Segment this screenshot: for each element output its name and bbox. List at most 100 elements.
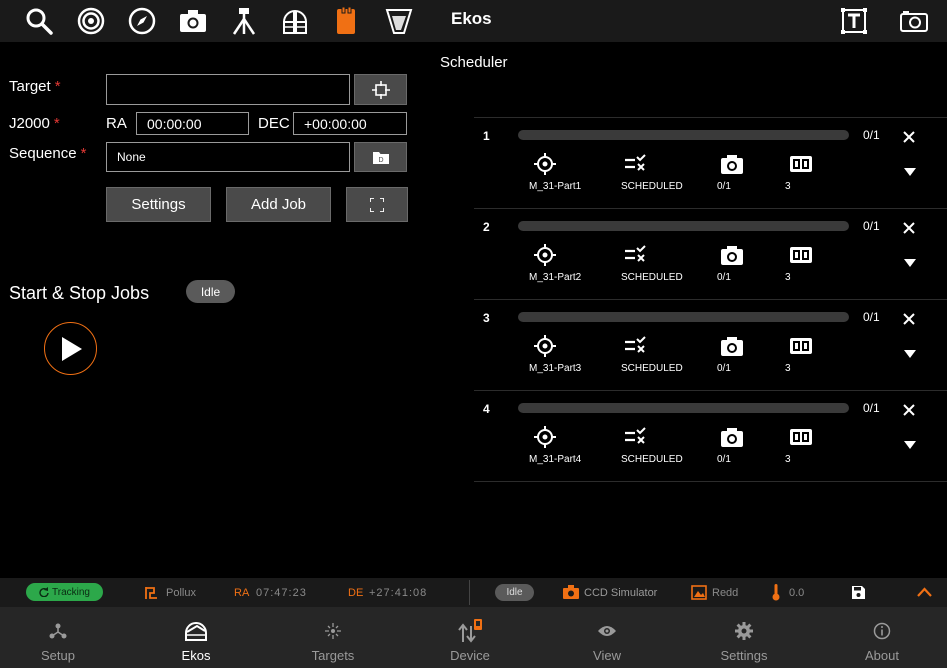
job-number: 1 xyxy=(483,129,490,143)
job-captures: 0/1 xyxy=(717,454,731,465)
observatory-dome-icon[interactable] xyxy=(278,4,312,38)
job-progress-text: 0/1 xyxy=(863,310,880,324)
start-stop-title: Start & Stop Jobs xyxy=(9,283,150,303)
job-state: SCHEDULED xyxy=(621,181,683,192)
remove-job-icon[interactable] xyxy=(900,219,918,237)
job-row[interactable]: 4 0/1 M_31-Part4 SCHEDULED 0/1 3 xyxy=(474,390,947,481)
job-list-divider xyxy=(474,481,947,482)
crosshair-target-icon xyxy=(534,426,556,448)
crosshair-icon xyxy=(325,623,341,639)
network-nodes-icon xyxy=(49,623,67,639)
mount-target-icon xyxy=(145,587,157,599)
job-progress-text: 0/1 xyxy=(863,401,880,415)
job-progress-text: 0/1 xyxy=(863,128,880,142)
nav-about[interactable]: About xyxy=(852,607,912,668)
crosshair-target-icon xyxy=(534,335,556,357)
counter-icon xyxy=(790,247,812,263)
nav-ekos[interactable]: Ekos xyxy=(166,607,226,668)
job-state: SCHEDULED xyxy=(621,363,683,374)
target-rings-icon[interactable] xyxy=(74,4,108,38)
nav-view-label: View xyxy=(593,648,621,663)
sequence-input[interactable]: None xyxy=(106,142,350,172)
tracking-badge[interactable]: Tracking xyxy=(26,583,103,601)
settings-button[interactable]: Settings xyxy=(106,187,211,222)
add-job-button[interactable]: Add Job xyxy=(226,187,331,222)
camera-name: CCD Simulator xyxy=(584,587,658,599)
scheduler-status-badge: Idle xyxy=(186,280,235,303)
nav-setup[interactable]: Setup xyxy=(28,607,88,668)
job-count: 3 xyxy=(785,363,791,374)
camera-frame-icon[interactable] xyxy=(897,4,931,38)
job-progress-bar xyxy=(518,312,849,322)
sequence-browse-button[interactable]: D xyxy=(354,142,407,172)
compass-icon[interactable] xyxy=(125,4,159,38)
nav-settings[interactable]: Settings xyxy=(711,607,777,668)
counter-icon xyxy=(790,429,812,445)
job-captures: 0/1 xyxy=(717,181,731,192)
ra-label: RA xyxy=(106,115,127,132)
target-select-button[interactable] xyxy=(354,74,407,105)
job-state: SCHEDULED xyxy=(621,454,683,465)
counter-icon xyxy=(790,338,812,354)
camera-icon[interactable] xyxy=(176,4,210,38)
search-icon[interactable] xyxy=(22,4,56,38)
nav-device[interactable]: Device xyxy=(440,607,500,668)
dome-icon xyxy=(185,622,207,641)
folder-icon: D xyxy=(372,152,389,164)
chevron-down-icon[interactable] xyxy=(902,257,918,269)
job-name: M_31-Part3 xyxy=(529,363,582,374)
de-status-label: DE xyxy=(348,587,364,599)
remove-job-icon[interactable] xyxy=(900,401,918,419)
job-state: SCHEDULED xyxy=(621,272,683,283)
fullscreen-button[interactable] xyxy=(346,187,408,222)
nav-targets-label: Targets xyxy=(311,648,355,663)
job-count: 3 xyxy=(785,272,791,283)
sequence-label: Sequence * xyxy=(9,145,87,162)
nav-settings-label: Settings xyxy=(720,648,768,663)
start-button[interactable] xyxy=(44,322,97,375)
job-row[interactable]: 1 0/1 M_31-Part1 SCHEDULED 0/1 3 xyxy=(474,117,947,208)
bottom-navigation: Setup Ekos Targets Device View Settings … xyxy=(0,607,947,668)
job-progress-bar xyxy=(518,130,849,140)
job-captures: 0/1 xyxy=(717,272,731,283)
chevron-down-icon[interactable] xyxy=(902,166,918,178)
job-number: 3 xyxy=(483,311,490,325)
checklist-icon xyxy=(625,427,646,444)
camera-icon xyxy=(721,337,743,356)
target-input[interactable] xyxy=(106,74,350,105)
temperature-value: 0.0 xyxy=(789,587,805,599)
job-name: M_31-Part2 xyxy=(529,272,582,283)
camera-icon xyxy=(721,428,743,447)
nav-targets[interactable]: Targets xyxy=(302,607,364,668)
job-row[interactable]: 2 0/1 M_31-Part2 SCHEDULED 0/1 3 xyxy=(474,208,947,299)
text-frame-icon[interactable] xyxy=(837,4,871,38)
flat-field-icon[interactable] xyxy=(382,4,416,38)
nav-ekos-label: Ekos xyxy=(181,648,211,663)
chevron-down-icon[interactable] xyxy=(902,439,918,451)
chevron-down-icon[interactable] xyxy=(902,348,918,360)
nav-device-label: Device xyxy=(450,648,490,663)
target-name: Pollux xyxy=(166,587,196,599)
scheduler-notebook-icon[interactable] xyxy=(329,4,363,38)
crop-target-icon xyxy=(371,80,390,99)
camera-icon xyxy=(721,155,743,174)
job-count: 3 xyxy=(785,181,791,192)
info-icon xyxy=(873,622,891,640)
ccd-camera-icon xyxy=(563,585,579,599)
device-transfer-icon xyxy=(458,619,482,643)
remove-job-icon[interactable] xyxy=(900,128,918,146)
tripod-icon[interactable] xyxy=(227,4,261,38)
chevron-up-icon[interactable] xyxy=(917,587,932,597)
remove-job-icon[interactable] xyxy=(900,310,918,328)
filter-name: Redd xyxy=(712,587,739,599)
ra-input[interactable]: 00:00:00 xyxy=(136,112,249,135)
job-name: M_31-Part4 xyxy=(529,454,582,465)
save-icon[interactable] xyxy=(852,586,865,599)
tracking-label: Tracking xyxy=(52,586,90,598)
dec-label: DEC xyxy=(258,115,290,132)
checklist-icon xyxy=(625,154,646,171)
dec-input[interactable]: +00:00:00 xyxy=(293,112,407,135)
status-divider xyxy=(469,580,470,605)
nav-view[interactable]: View xyxy=(577,607,637,668)
job-row[interactable]: 3 0/1 M_31-Part3 SCHEDULED 0/1 3 xyxy=(474,299,947,390)
